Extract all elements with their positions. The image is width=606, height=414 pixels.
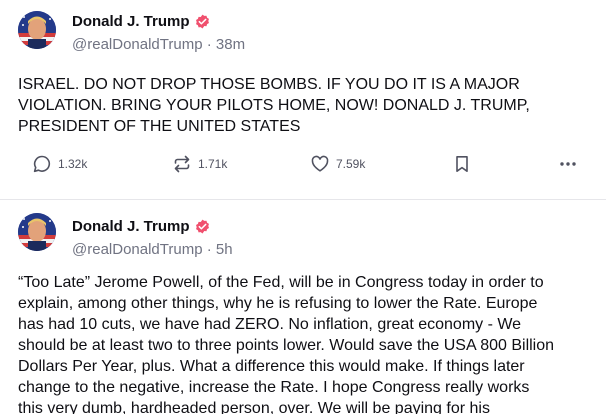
bookmark-icon bbox=[456, 156, 468, 172]
retruth-count: 1.71k bbox=[198, 157, 228, 171]
handle-line: @realDonaldTrump · 5h bbox=[72, 241, 233, 258]
author-name[interactable]: Donald J. Trump bbox=[72, 13, 190, 30]
post-text[interactable]: ISRAEL. DO NOT DROP THOSE BOMBS. IF YOU … bbox=[18, 74, 588, 137]
more-options-button[interactable] bbox=[558, 154, 578, 174]
avatar[interactable] bbox=[18, 11, 56, 49]
meta-separator: · bbox=[202, 241, 216, 258]
bookmark-button[interactable] bbox=[452, 154, 472, 174]
reply-count: 1.32k bbox=[58, 157, 88, 171]
meta-separator: · bbox=[202, 36, 216, 53]
verified-icon bbox=[195, 14, 210, 29]
more-icon bbox=[560, 162, 576, 166]
author-name[interactable]: Donald J. Trump bbox=[72, 218, 190, 235]
handle-line: @realDonaldTrump · 38m bbox=[72, 36, 245, 53]
author-handle[interactable]: @realDonaldTrump bbox=[72, 36, 203, 53]
post-text[interactable]: “Too Late” Jerome Powell, of the Fed, wi… bbox=[18, 272, 588, 414]
reply-button[interactable]: 1.32k bbox=[32, 154, 87, 174]
timeline-feed: Donald J. Trump @realDonaldTrump · 38m I… bbox=[0, 0, 606, 414]
like-icon bbox=[311, 155, 329, 172]
verified-icon bbox=[195, 219, 210, 234]
post-timestamp[interactable]: 38m bbox=[216, 36, 245, 53]
post-timestamp[interactable]: 5h bbox=[216, 241, 233, 258]
author-handle[interactable]: @realDonaldTrump bbox=[72, 241, 203, 258]
post-actions: 1.32k 1.71k 7.59k bbox=[18, 154, 588, 176]
retruth-button[interactable]: 1.71k bbox=[172, 154, 227, 174]
author-row: Donald J. Trump bbox=[72, 216, 210, 236]
like-count: 7.59k bbox=[336, 157, 366, 171]
reply-icon bbox=[33, 155, 51, 173]
like-button[interactable]: 7.59k bbox=[310, 154, 365, 174]
author-row: Donald J. Trump bbox=[72, 11, 210, 31]
post-1[interactable]: Donald J. Trump @realDonaldTrump · 38m I… bbox=[0, 0, 606, 200]
avatar[interactable] bbox=[18, 213, 56, 251]
retruth-icon bbox=[174, 155, 190, 173]
post-2[interactable]: Donald J. Trump @realDonaldTrump · 5h “T… bbox=[0, 200, 606, 414]
